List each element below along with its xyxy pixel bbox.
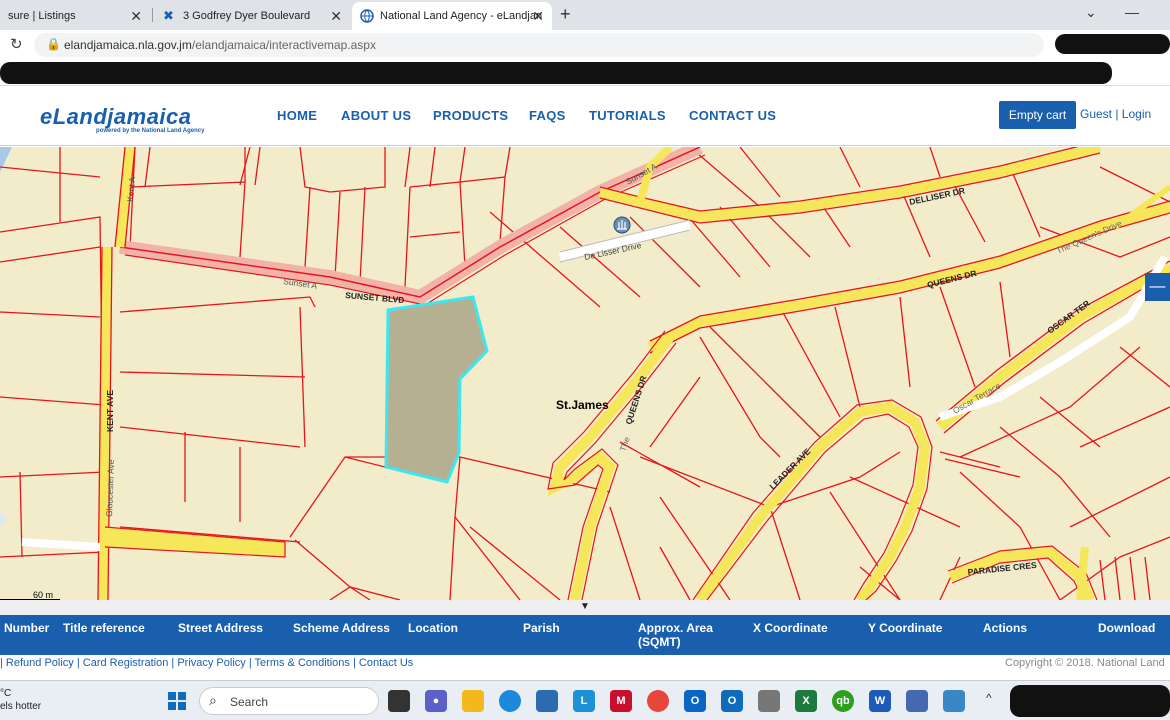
water-area-lower xyxy=(0,512,8,527)
col-actions[interactable]: Actions xyxy=(983,621,1027,635)
tab-national-land-agency[interactable]: National Land Agency - eLandjan ✕ xyxy=(352,2,552,30)
nav-faqs[interactable]: FAQS xyxy=(529,108,566,123)
mcafee-icon[interactable]: M xyxy=(610,690,632,712)
close-tab-icon[interactable]: ✕ xyxy=(532,8,544,25)
logo-subtext: powered by the National Land Agency xyxy=(96,128,205,134)
elandjamaica-logo[interactable]: eLandjamaica powered by the National Lan… xyxy=(40,104,204,134)
tray-overflow-chevron[interactable]: ^ xyxy=(986,691,992,705)
tab-search-icon[interactable]: ⌄ xyxy=(1085,4,1097,21)
col-street-address[interactable]: Street Address xyxy=(178,621,263,635)
tab-godfrey-dyer[interactable]: ✖ 3 Godfrey Dyer Boulevard ✕ xyxy=(155,2,350,30)
weather-text: els hotter xyxy=(0,701,42,712)
search-placeholder: Search xyxy=(230,695,269,709)
col-download[interactable]: Download xyxy=(1098,621,1155,635)
app-o-icon[interactable]: O xyxy=(684,690,706,712)
windows-taskbar: °C els hotter ⌕ Search ● L M O O X qb W … xyxy=(0,680,1170,720)
taskbar-search-box[interactable]: ⌕ Search xyxy=(199,687,379,715)
file-explorer-icon[interactable] xyxy=(462,690,484,712)
omnibox[interactable]: 🔒 elandjamaica.nla.gov.jm/elandjamaica/i… xyxy=(34,33,1044,57)
word-icon[interactable]: W xyxy=(869,690,891,712)
chrome-icon[interactable] xyxy=(647,690,669,712)
col-scheme-address[interactable]: Scheme Address xyxy=(293,621,390,635)
weather-temp: °C xyxy=(0,688,12,699)
url-text[interactable]: elandjamaica.nla.gov.jm/elandjamaica/int… xyxy=(64,38,376,52)
nla-globe-icon xyxy=(360,9,374,23)
search-icon: ⌕ xyxy=(209,692,217,708)
photos-icon[interactable] xyxy=(943,690,965,712)
col-parish[interactable]: Parish xyxy=(523,621,560,635)
col-title-reference[interactable]: Title reference xyxy=(63,621,145,635)
scale-label: 60 m xyxy=(33,590,54,600)
close-tab-icon[interactable]: ✕ xyxy=(130,8,142,25)
calculator-icon[interactable] xyxy=(758,690,780,712)
label-gloucester-ave: Gloucester Ave xyxy=(104,459,116,517)
quickbooks-icon[interactable]: qb xyxy=(832,690,854,712)
guest-login-link[interactable]: Guest | Login xyxy=(1080,107,1151,121)
url-path: /elandjamaica/interactivemap.aspx xyxy=(191,38,376,52)
app-l-icon[interactable]: L xyxy=(573,690,595,712)
tab-label: 3 Godfrey Dyer Boulevard xyxy=(183,10,311,22)
zoom-out-button[interactable]: — xyxy=(1145,273,1170,301)
tab-listings[interactable]: sure | Listings ✕ xyxy=(0,2,150,30)
weather-widget[interactable]: °C els hotter xyxy=(0,687,41,713)
collapse-arrow-icon[interactable]: ▼ xyxy=(580,601,590,612)
results-table-header: Number Title reference Street Address Sc… xyxy=(0,615,1170,655)
nav-tutorials[interactable]: TUTORIALS xyxy=(589,108,666,123)
excel-icon[interactable]: X xyxy=(795,690,817,712)
teams-chat-icon[interactable]: ● xyxy=(425,690,447,712)
browser-tab-bar: sure | Listings ✕ ✖ 3 Godfrey Dyer Boule… xyxy=(0,0,1170,30)
redacted-tray xyxy=(1010,685,1170,717)
empty-cart-button[interactable]: Empty cart xyxy=(999,101,1076,129)
bookmarks-bar xyxy=(0,60,1170,86)
label-st-james: St.James xyxy=(556,398,609,412)
label-kent-ave: KENT AVE xyxy=(105,390,115,432)
site-header: eLandjamaica powered by the National Lan… xyxy=(0,86,1170,146)
interactive-map[interactable]: SUNSET BLVD Sunset A Sunset A DELLISER D… xyxy=(0,147,1170,600)
task-view-icon[interactable] xyxy=(388,690,410,712)
close-tab-icon[interactable]: ✕ xyxy=(330,8,342,25)
label-the: The xyxy=(617,435,631,452)
col-x-coordinate[interactable]: X Coordinate xyxy=(753,621,828,635)
map-canvas: SUNSET BLVD Sunset A Sunset A DELLISER D… xyxy=(0,147,1170,600)
address-bar-row: ↻ 🔒 elandjamaica.nla.gov.jm/elandjamaica… xyxy=(0,30,1170,60)
listing-site-icon: ✖ xyxy=(163,8,174,23)
lock-icon: 🔒 xyxy=(46,37,61,51)
tab-label: sure | Listings xyxy=(8,10,76,22)
nav-products[interactable]: PRODUCTS xyxy=(433,108,508,123)
logo-text: eLandjamaica xyxy=(40,104,192,129)
windows-start-icon[interactable] xyxy=(167,691,187,711)
selected-parcel[interactable] xyxy=(384,295,489,484)
copyright-text: Copyright © 2018. National Land xyxy=(1005,657,1165,669)
tab-divider xyxy=(152,8,153,22)
col-number[interactable]: Number xyxy=(4,621,49,635)
site-footer: | Refund Policy | Card Registration | Pr… xyxy=(0,655,1170,672)
col-location[interactable]: Location xyxy=(408,621,458,635)
app-pinned-icon[interactable] xyxy=(906,690,928,712)
outlook-icon[interactable]: O xyxy=(721,690,743,712)
edge-browser-icon[interactable] xyxy=(499,690,521,712)
tab-label: National Land Agency - eLandjan xyxy=(380,10,543,22)
footer-links[interactable]: | Refund Policy | Card Registration | Pr… xyxy=(0,657,413,669)
label-kent-a: Kent A xyxy=(125,176,137,202)
landmark-icon[interactable] xyxy=(613,216,631,234)
new-tab-button[interactable]: + xyxy=(560,4,571,25)
redacted-bookmarks xyxy=(0,62,1112,84)
nav-home[interactable]: HOME xyxy=(277,108,317,123)
results-toggle-strip[interactable]: ▼ xyxy=(0,600,1170,615)
minimize-window-icon[interactable]: — xyxy=(1125,4,1139,20)
redacted-profile-area xyxy=(1055,34,1170,54)
url-host: elandjamaica.nla.gov.jm xyxy=(64,38,192,52)
col-y-coordinate[interactable]: Y Coordinate xyxy=(868,621,942,635)
nav-about-us[interactable]: ABOUT US xyxy=(341,108,411,123)
microsoft-store-icon[interactable] xyxy=(536,690,558,712)
reload-icon[interactable]: ↻ xyxy=(10,35,23,53)
col-approx-area[interactable]: Approx. Area (SQMT) xyxy=(638,621,738,649)
nav-contact-us[interactable]: CONTACT US xyxy=(689,108,776,123)
